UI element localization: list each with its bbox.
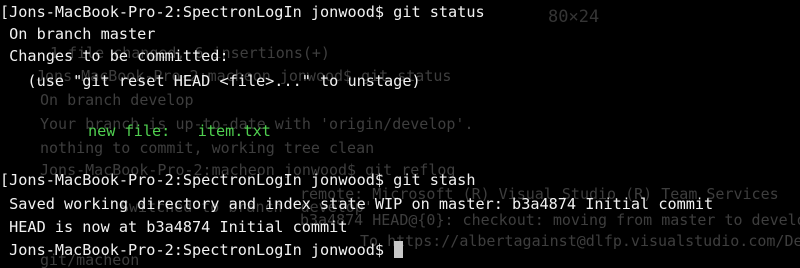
terminal-output: [Jons-MacBook-Pro-2:SpectronLogIn jonwoo…: [0, 0, 800, 268]
output-line: On branch master: [0, 25, 156, 43]
active-prompt-line[interactable]: Jons-MacBook-Pro-2:SpectronLogIn jonwood…: [0, 239, 404, 261]
output-line: Saved working directory and index state …: [0, 195, 714, 213]
output-line: (use "git reset HEAD <file>..." to unsta…: [0, 72, 421, 90]
prompt-command-line: [Jons-MacBook-Pro-2:SpectronLogIn jonwoo…: [0, 171, 476, 189]
prompt-text: Jons-MacBook-Pro-2:SpectronLogIn jonwood…: [0, 241, 394, 259]
output-line: HEAD is now at b3a4874 Initial commit: [0, 218, 348, 236]
prompt-command-line: [Jons-MacBook-Pro-2:SpectronLogIn jonwoo…: [0, 3, 485, 21]
terminal-window[interactable]: 80×24 1 file changed, 6 insertions(+) Jo…: [0, 0, 800, 268]
staged-file-line: new file: item.txt: [88, 122, 271, 140]
text-cursor: [394, 241, 404, 258]
output-line: Changes to be committed:: [0, 47, 229, 65]
